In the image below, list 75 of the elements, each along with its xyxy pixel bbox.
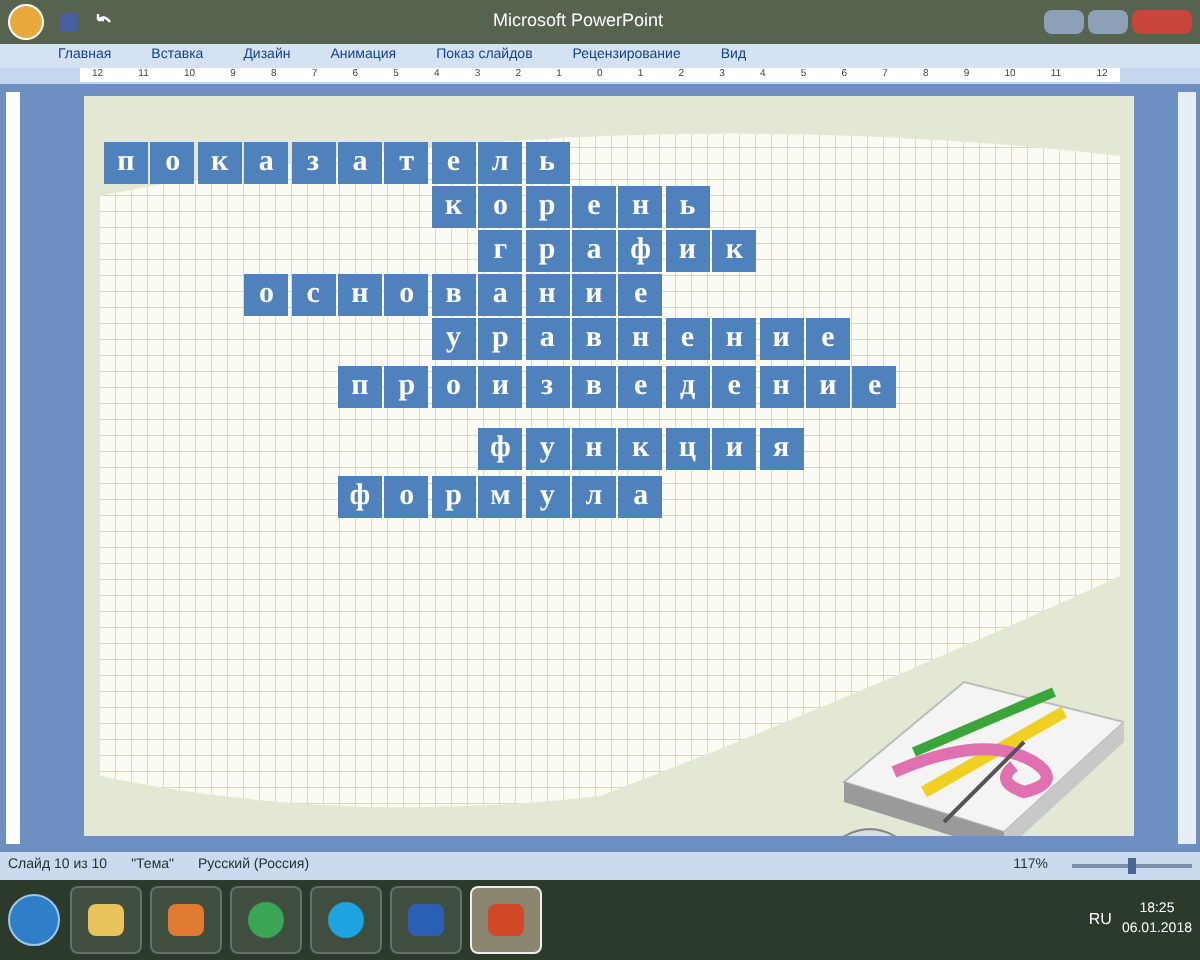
letter-tile: в <box>571 318 616 360</box>
letter-tile: к <box>618 428 663 470</box>
letter-tile: о <box>384 274 429 316</box>
letter-tile: т <box>384 142 429 184</box>
letter-tile: о <box>384 476 429 518</box>
letter-tile: а <box>337 142 382 184</box>
keyboard-language[interactable]: RU <box>1088 908 1112 932</box>
zoom-thumb[interactable] <box>1128 858 1136 874</box>
letter-tile: п <box>104 142 148 184</box>
letter-tile: в <box>431 274 476 316</box>
letter-tile: с <box>291 274 336 316</box>
letter-tile: г <box>478 230 523 272</box>
letter-tile: о <box>244 274 289 316</box>
letter-tile: з <box>291 142 336 184</box>
letter-tile: д <box>665 366 710 408</box>
letter-tile: к <box>197 142 242 184</box>
letter-tile: н <box>618 186 663 228</box>
letter-tile: и <box>712 428 757 470</box>
minimize-button[interactable] <box>1044 10 1084 34</box>
letter-tile: я <box>759 428 804 470</box>
letter-tile: к <box>431 186 476 228</box>
taskbar-button[interactable] <box>470 886 542 954</box>
letter-tile: ф <box>338 476 382 518</box>
letter-tile: ф <box>478 428 523 470</box>
letter-tile: о <box>431 366 476 408</box>
letter-tile: у <box>525 476 570 518</box>
letter-tile: р <box>525 230 570 272</box>
letter-tile: е <box>805 318 850 360</box>
letter-tile: и <box>665 230 710 272</box>
office-button[interactable] <box>8 4 44 40</box>
start-button[interactable] <box>8 894 60 946</box>
letter-tile: р <box>525 186 570 228</box>
letter-tile: р <box>431 476 476 518</box>
letter-tile: е <box>852 366 897 408</box>
letter-tile: е <box>712 366 757 408</box>
letter-tile: ь <box>525 142 570 184</box>
letter-tile: ц <box>665 428 710 470</box>
maximize-button[interactable] <box>1088 10 1128 34</box>
letter-tile: а <box>478 274 523 316</box>
letter-tile: а <box>618 476 663 518</box>
letter-tile: е <box>618 366 663 408</box>
letter-tile: и <box>571 274 616 316</box>
letter-tile: а <box>244 142 289 184</box>
letter-tile: о <box>150 142 195 184</box>
letter-tile: з <box>525 366 570 408</box>
letter-tile: р <box>384 366 429 408</box>
letter-tile: л <box>571 476 616 518</box>
letter-tile: н <box>571 428 616 470</box>
letter-tile: ф <box>618 230 663 272</box>
letter-tile: н <box>337 274 382 316</box>
letter-tile: р <box>478 318 523 360</box>
letter-tile: м <box>478 476 523 518</box>
letter-tile: е <box>571 186 616 228</box>
letter-tile: и <box>759 318 804 360</box>
letter-tile: л <box>478 142 523 184</box>
letter-tile: к <box>712 230 757 272</box>
letter-tile: и <box>805 366 850 408</box>
letter-tile: у <box>431 318 476 360</box>
letter-tile: у <box>525 428 570 470</box>
letter-tile: п <box>338 366 382 408</box>
letter-tile: в <box>571 366 616 408</box>
vertical-scrollbar[interactable] <box>1178 92 1196 844</box>
letter-tile: е <box>618 274 663 316</box>
letter-tile: о <box>478 186 523 228</box>
letter-tile: н <box>712 318 757 360</box>
letter-tile: н <box>618 318 663 360</box>
letter-tile: н <box>525 274 570 316</box>
letter-tile: и <box>478 366 523 408</box>
letter-tile: а <box>525 318 570 360</box>
letter-tile: е <box>665 318 710 360</box>
letter-tile: е <box>431 142 476 184</box>
letter-tile: н <box>759 366 804 408</box>
window-title: Microsoft PowerPoint <box>492 8 664 35</box>
letter-tile: ь <box>665 186 710 228</box>
letter-tile: а <box>571 230 616 272</box>
